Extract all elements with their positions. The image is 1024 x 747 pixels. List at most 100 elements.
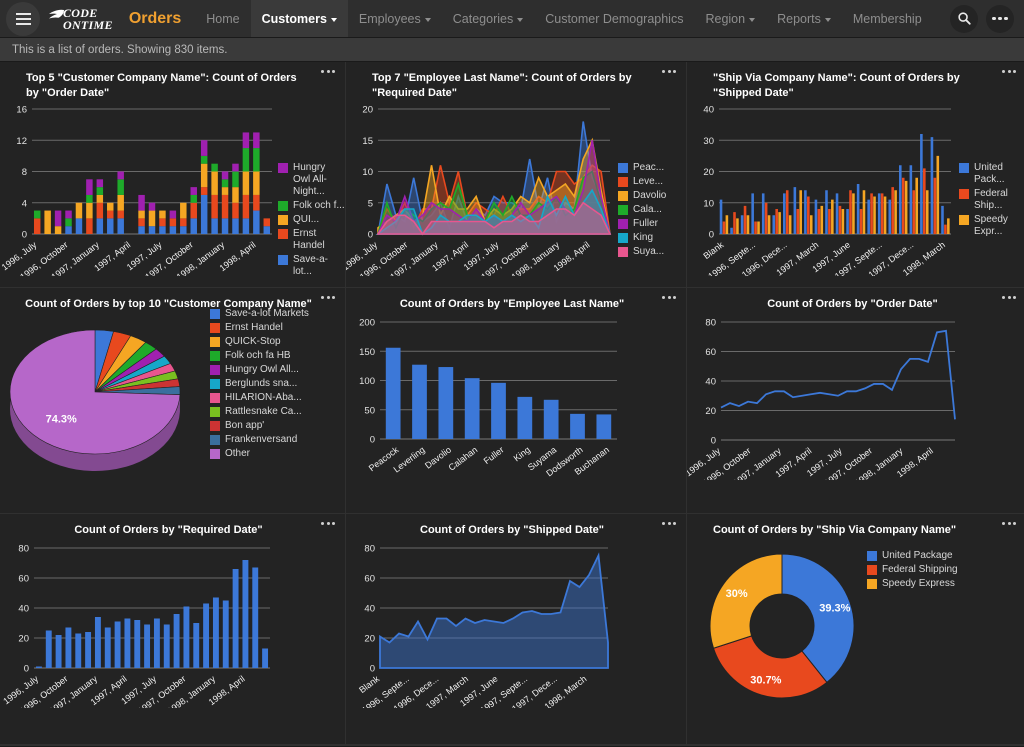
bar[interactable] (596, 414, 612, 439)
bar-segment[interactable] (253, 132, 260, 148)
bar-segment[interactable] (148, 225, 156, 234)
bar[interactable] (163, 624, 170, 668)
legend-item[interactable]: Speedy Expr... (959, 214, 1024, 238)
bar[interactable] (252, 567, 259, 668)
bar-segment[interactable] (86, 179, 93, 195)
bar-segment[interactable] (242, 171, 250, 195)
nav-item-customers[interactable]: Customers (250, 0, 348, 37)
bar-segment[interactable] (232, 186, 239, 203)
bar-segment[interactable] (232, 218, 239, 234)
chart-panel-orders-by-shipped-date[interactable]: Count of Orders by "Shipped Date" 0 20 40 6… (346, 514, 686, 744)
chart-panel-orders-by-employee-last-name[interactable]: Count of Orders by "Employee Last Name" … (346, 288, 686, 513)
bar[interactable] (173, 613, 180, 668)
line-series[interactable] (720, 329, 956, 420)
bar[interactable] (725, 214, 729, 234)
nav-item-reports[interactable]: Reports (766, 0, 842, 37)
bar-segment[interactable] (190, 186, 197, 195)
bar[interactable] (232, 568, 239, 668)
bar[interactable] (909, 164, 913, 234)
legend-item[interactable]: Speedy Express (867, 578, 958, 590)
search-button[interactable] (950, 4, 978, 33)
bar[interactable] (825, 189, 828, 234)
bar-segment[interactable] (242, 218, 250, 234)
legend-item[interactable]: Save-a-lot... (278, 254, 345, 278)
bar[interactable] (570, 413, 585, 439)
chart-panel-top5-customer-by-order-date[interactable]: Top 5 "Customer Company Name": Count of … (0, 62, 345, 287)
bar[interactable] (104, 627, 111, 668)
bar-segment[interactable] (263, 218, 271, 226)
bar[interactable] (543, 399, 559, 439)
bar[interactable] (719, 199, 723, 234)
bar[interactable] (831, 199, 834, 234)
bar[interactable] (944, 224, 947, 234)
bar[interactable] (817, 208, 821, 234)
donut-slice[interactable] (709, 553, 783, 649)
chart-panel-orders-by-ship-via-donut[interactable]: Count of Orders by "Ship Via Company Nam… (687, 514, 1024, 744)
bar-segment[interactable] (107, 210, 114, 219)
legend-item[interactable]: Cala... (618, 204, 666, 216)
more-options-button[interactable] (986, 4, 1014, 33)
bar[interactable] (412, 364, 427, 439)
bar-segment[interactable] (221, 186, 229, 195)
bar[interactable] (809, 214, 813, 234)
bar-segment[interactable] (242, 132, 250, 148)
bar-segment[interactable] (75, 202, 83, 219)
bar-segment[interactable] (169, 210, 177, 219)
bar[interactable] (846, 208, 849, 234)
bar-segment[interactable] (117, 210, 124, 219)
bar-segment[interactable] (190, 218, 197, 234)
panel-menu-icon[interactable] (662, 522, 676, 525)
bar[interactable] (915, 177, 918, 234)
bar-segment[interactable] (253, 147, 260, 172)
bar-segment[interactable] (200, 186, 208, 195)
bar-segment[interactable] (96, 202, 104, 219)
bar[interactable] (55, 634, 62, 668)
bar[interactable] (242, 559, 249, 668)
legend-item[interactable]: Hungry Owl All-Night... (278, 162, 345, 198)
bar[interactable] (856, 183, 860, 234)
chart-panel-orders-by-order-date[interactable]: Count of Orders by "Order Date" 0 20 40 60 8… (687, 288, 1024, 513)
bar[interactable] (925, 189, 929, 234)
panel-menu-icon[interactable] (321, 296, 335, 299)
panel-menu-icon[interactable] (1002, 70, 1016, 73)
bar[interactable] (873, 196, 876, 234)
bar[interactable] (491, 382, 506, 439)
bar-segment[interactable] (169, 218, 177, 226)
legend-item[interactable]: Berglunds sna... (210, 378, 309, 390)
legend-item[interactable]: King (618, 232, 666, 244)
bar-segment[interactable] (33, 218, 41, 234)
legend-item[interactable]: Leve... (618, 176, 666, 188)
bar-segment[interactable] (138, 218, 145, 226)
bar-segment[interactable] (253, 171, 260, 195)
chart-panel-orders-top10-customer-pie[interactable]: Count of Orders by top 10 "Customer Comp… (0, 288, 345, 513)
bar-segment[interactable] (232, 163, 239, 172)
bar-segment[interactable] (242, 147, 250, 172)
bar[interactable] (746, 214, 750, 234)
bar[interactable] (517, 396, 533, 439)
panel-menu-icon[interactable] (1002, 296, 1016, 299)
bar-segment[interactable] (86, 194, 93, 203)
bar[interactable] (740, 214, 744, 234)
bar[interactable] (899, 164, 902, 234)
bar[interactable] (85, 631, 92, 668)
bar[interactable] (936, 155, 940, 234)
bar-segment[interactable] (200, 155, 208, 164)
bar[interactable] (212, 597, 219, 668)
bar[interactable] (778, 211, 781, 234)
legend-item[interactable]: QUICK-Stop (210, 336, 309, 348)
bar-segment[interactable] (96, 179, 104, 187)
bar-segment[interactable] (65, 210, 72, 219)
bar[interactable] (183, 606, 190, 668)
chart-panel-orders-by-required-date[interactable]: Count of Orders by "Required Date" 0 20 40… (0, 514, 345, 744)
bar-segment[interactable] (117, 171, 124, 179)
bar-segment[interactable] (221, 179, 229, 187)
bar[interactable] (722, 221, 726, 234)
bar[interactable] (153, 618, 160, 668)
bar-segment[interactable] (253, 194, 260, 211)
nav-item-customer-demographics[interactable]: Customer Demographics (534, 0, 694, 37)
legend-item[interactable]: Other (210, 448, 309, 460)
bar[interactable] (736, 218, 739, 234)
bar[interactable] (796, 208, 800, 234)
bar[interactable] (193, 622, 200, 668)
bar[interactable] (883, 196, 887, 234)
